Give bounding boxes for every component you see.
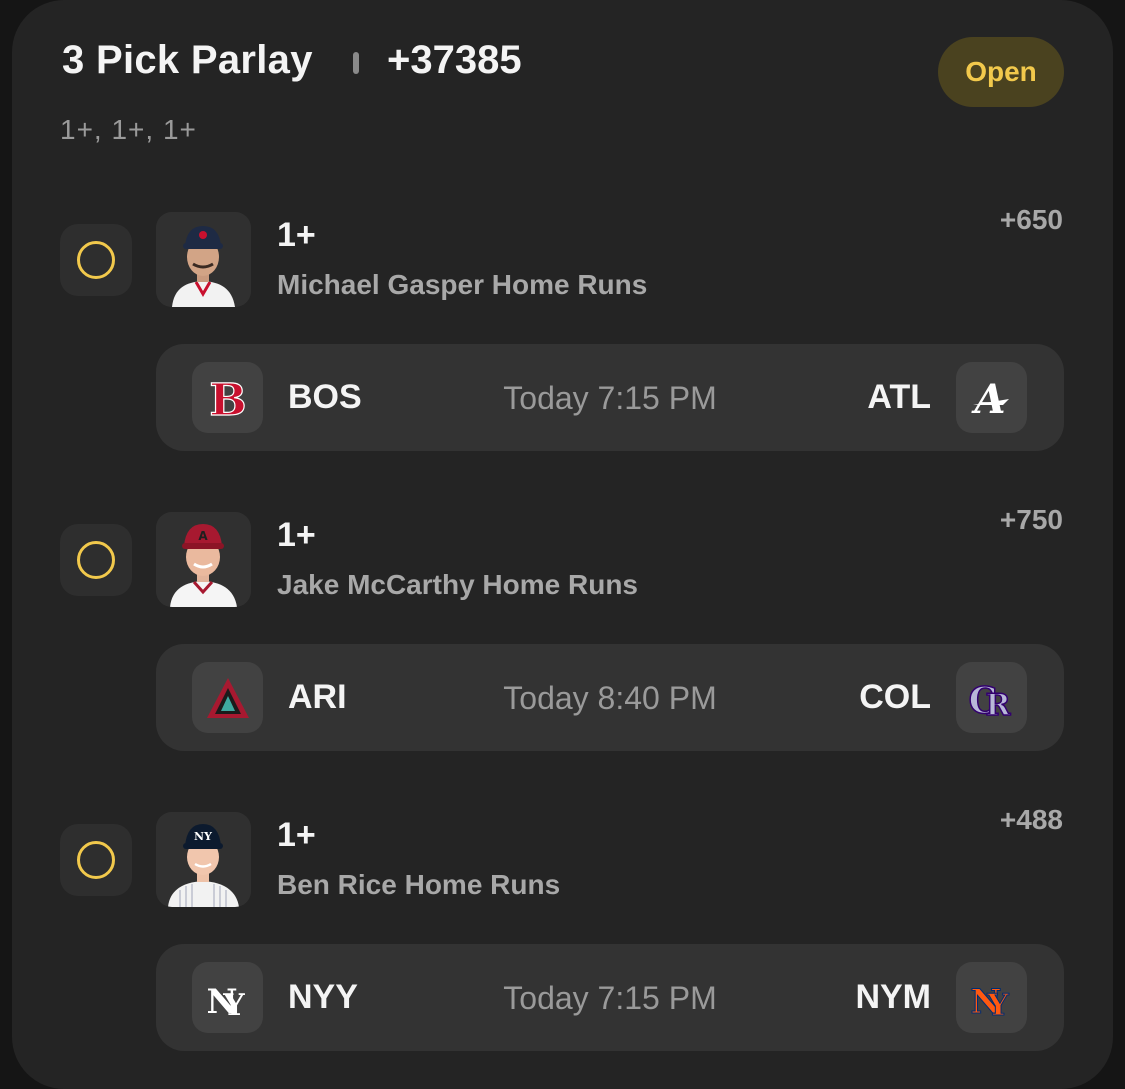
rockies-logo-icon: C R — [956, 662, 1027, 733]
away-team-abbr: ATL — [867, 378, 931, 416]
leg-prop-label: Ben Rice Home Runs — [277, 869, 561, 900]
mets-logo-icon: N Y — [956, 962, 1027, 1033]
leg-line: 1+ — [277, 516, 316, 554]
parlay-summary: 1+, 1+, 1+ — [60, 114, 197, 145]
svg-text:Y: Y — [986, 988, 1009, 1021]
leg-line: 1+ — [277, 816, 316, 854]
leg-odds: +750 — [999, 504, 1063, 535]
pending-circle-icon — [77, 841, 115, 879]
away-team-abbr: NYM — [855, 978, 931, 1016]
leg-odds: +650 — [999, 204, 1063, 235]
leg-prop-label: Jake McCarthy Home Runs — [277, 569, 639, 600]
parlay-card[interactable]: 3 Pick Parlay +37385 Open 1+, 1+, 1+ 1+ … — [12, 0, 1113, 1089]
title-separator — [353, 52, 359, 74]
svg-text:R: R — [985, 688, 1011, 721]
status-badge: Open — [938, 37, 1064, 107]
parlay-odds: +37385 — [387, 38, 522, 82]
game-matchup[interactable]: B BOS Today 7:15 PM ATL A — [156, 344, 1064, 451]
leg-prop-label: Michael Gasper Home Runs — [277, 269, 648, 300]
away-team-abbr: COL — [859, 678, 931, 716]
leg-status-indicator — [60, 824, 132, 896]
leg-odds: +488 — [999, 804, 1063, 835]
parlay-leg[interactable]: 1+ Michael Gasper Home Runs +650 B BOS T… — [12, 204, 1113, 457]
parlay-title: 3 Pick Parlay — [62, 38, 313, 82]
svg-text:A: A — [198, 529, 208, 543]
game-matchup[interactable]: ARI Today 8:40 PM COL C R — [156, 644, 1064, 751]
parlay-leg[interactable]: NY 1+ Ben Rice Home Runs +488 N Y NYY To… — [12, 804, 1113, 1057]
game-matchup[interactable]: N Y NYY Today 7:15 PM NYM N Y — [156, 944, 1064, 1051]
player-headshot: A — [156, 512, 251, 607]
pending-circle-icon — [77, 241, 115, 279]
leg-status-indicator — [60, 224, 132, 296]
parlay-leg[interactable]: A 1+ Jake McCarthy Home Runs +750 ARI To… — [12, 504, 1113, 757]
player-headshot: NY — [156, 812, 251, 907]
braves-logo-icon: A — [956, 362, 1027, 433]
player-headshot — [156, 212, 251, 307]
leg-status-indicator — [60, 524, 132, 596]
leg-line: 1+ — [277, 216, 316, 254]
svg-text:A: A — [970, 376, 1005, 421]
pending-circle-icon — [77, 541, 115, 579]
svg-text:NY: NY — [194, 830, 212, 843]
